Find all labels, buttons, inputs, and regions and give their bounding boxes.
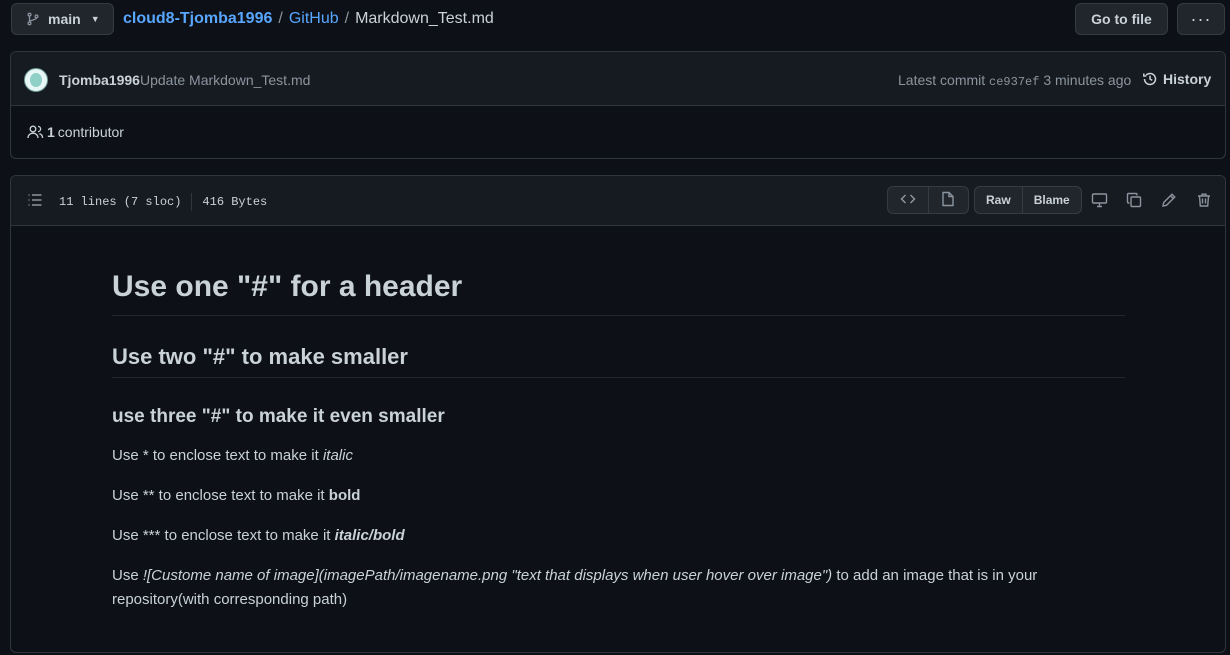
more-options-button[interactable]: ··· <box>1177 3 1225 35</box>
file-icon <box>941 191 955 210</box>
trash-icon[interactable] <box>1196 192 1212 211</box>
branch-selector-button[interactable]: main ▼ <box>11 3 114 35</box>
history-label: History <box>1163 71 1212 87</box>
breadcrumb-separator: / <box>278 10 283 27</box>
contributors-row: 1 contributor <box>11 106 1225 158</box>
raw-blame-group: Raw Blame <box>974 186 1082 214</box>
markdown-paragraph: Use *** to enclose text to make it itali… <box>112 524 1112 548</box>
latest-commit-label: Latest commit <box>898 72 986 88</box>
markdown-heading-1: Use one "#" for a header <box>112 270 1125 316</box>
people-icon <box>27 124 44 140</box>
file-info: 11 lines (7 sloc) 416 Bytes <box>59 193 267 211</box>
raw-button[interactable]: Raw <box>975 187 1022 213</box>
rendered-view-button[interactable] <box>927 187 968 213</box>
history-icon <box>1142 71 1158 87</box>
breadcrumb: cloud8-Tjomba1996 / GitHub / Markdown_Te… <box>123 10 494 28</box>
breadcrumb-folder-link[interactable]: GitHub <box>289 10 339 28</box>
source-view-button[interactable] <box>888 187 928 213</box>
git-branch-icon <box>26 11 40 27</box>
bold-italic-text: italic/bold <box>334 527 405 544</box>
italic-text: italic <box>322 447 353 464</box>
paragraph-text: Use *** to enclose text to make it <box>112 527 335 544</box>
paragraph-text: Use <box>112 567 143 584</box>
kebab-horizontal-icon: ··· <box>1190 8 1212 29</box>
latest-commit-row: Tjomba1996 Update Markdown_Test.md Lates… <box>11 52 1225 106</box>
avatar[interactable] <box>24 68 48 92</box>
breadcrumb-owner-link[interactable]: cloud8-Tjomba1996 <box>123 10 272 28</box>
branch-name: main <box>48 11 81 27</box>
commit-author-link[interactable]: Tjomba1996 <box>59 72 140 88</box>
markdown-paragraph: Use * to enclose text to make it italic <box>112 444 1112 468</box>
breadcrumb-filename: Markdown_Test.md <box>355 10 494 27</box>
commit-time: 3 minutes ago <box>1043 72 1132 88</box>
desktop-icon[interactable] <box>1091 192 1108 211</box>
italic-code-text: ![Custome name of image](imagePath/image… <box>142 567 833 584</box>
file-viewer: 11 lines (7 sloc) 416 Bytes Raw Blame Us… <box>10 175 1226 653</box>
code-icon <box>900 191 916 210</box>
breadcrumb-separator: / <box>344 10 350 27</box>
markdown-heading-2: Use two "#" to make smaller <box>112 344 1125 378</box>
contributor-label: contributor <box>57 124 124 140</box>
latest-commit-info: Latest commit ce937ef 3 minutes ago <box>898 72 1131 89</box>
file-header: 11 lines (7 sloc) 416 Bytes Raw Blame <box>11 176 1225 226</box>
markdown-paragraph: Use ![Custome name of image](imagePath/i… <box>112 564 1112 612</box>
file-size: 416 Bytes <box>202 195 268 209</box>
pencil-icon[interactable] <box>1161 192 1177 211</box>
paragraph-text: Use ** to enclose text to make it <box>112 487 329 504</box>
markdown-heading-3: use three "#" to make it even smaller <box>112 406 445 427</box>
go-to-file-button[interactable]: Go to file <box>1075 3 1168 35</box>
commit-sha-link[interactable]: ce937ef <box>989 75 1039 89</box>
blame-button[interactable]: Blame <box>1021 187 1081 213</box>
list-unordered-icon[interactable] <box>27 192 43 211</box>
file-navigation-bar: main ▼ cloud8-Tjomba1996 / GitHub / Mark… <box>0 0 1230 40</box>
bold-text: bold <box>328 487 361 504</box>
view-mode-toggle <box>887 186 969 214</box>
commit-message-link[interactable]: Update Markdown_Test.md <box>140 72 310 88</box>
contributors-link[interactable]: 1 contributor <box>27 124 124 140</box>
history-link[interactable]: History <box>1142 71 1211 87</box>
commit-info-box: Tjomba1996 Update Markdown_Test.md Lates… <box>10 51 1226 159</box>
file-line-count: 11 lines (7 sloc) <box>59 195 182 209</box>
divider <box>191 193 193 211</box>
paragraph-text: Use * to enclose text to make it <box>112 447 323 464</box>
markdown-paragraph: Use ** to enclose text to make it bold <box>112 484 1112 508</box>
contributor-count: 1 <box>47 124 55 140</box>
chevron-down-icon: ▼ <box>90 14 100 24</box>
copy-icon[interactable] <box>1126 192 1142 211</box>
